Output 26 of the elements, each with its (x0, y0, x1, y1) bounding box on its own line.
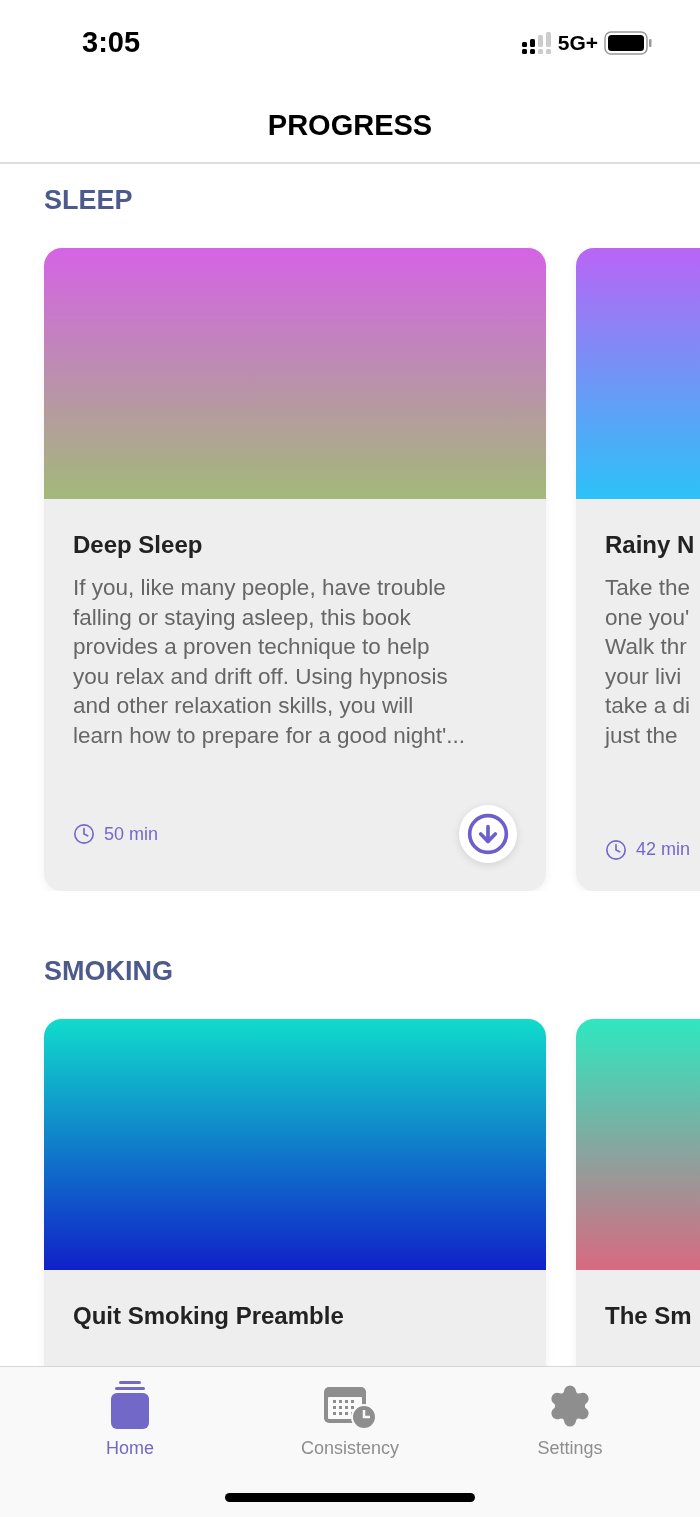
card-title: The Sm (605, 1301, 693, 1331)
card-title: Rainy N (605, 530, 696, 560)
clock-icon (605, 838, 627, 861)
duration: 50 min (104, 822, 159, 846)
card-description: Take the one you' Walk thr your livi take a di just the (605, 574, 692, 750)
signal-icon (521, 32, 552, 54)
calendar-clock-icon (324, 1385, 376, 1429)
tab[interactable]: Home (50, 1379, 210, 1462)
section-title: SLEEP (44, 184, 134, 217)
clock-icon (73, 823, 95, 845)
download-icon (466, 812, 510, 856)
card-title: Quit Smoking Preamble (73, 1301, 345, 1331)
card[interactable]: Rainy N Take the one you' Walk thr your livi take a di just the 42 min (576, 248, 700, 891)
card-title: Deep Sleep (73, 530, 204, 560)
download-button[interactable] (459, 805, 517, 863)
network-label: 5G+ (557, 30, 598, 57)
battery-icon (604, 31, 652, 55)
card[interactable] (44, 248, 546, 891)
card[interactable]: Quit Smoking Preamble (44, 1019, 546, 1366)
status-time: 3:05 (82, 25, 141, 61)
page-title: PROGRESS (267, 108, 433, 144)
stack-icon (111, 1381, 149, 1429)
card-description: If you, like many people, have trouble falling or staying asleep, this book provides a proven technique to help you relax and drift off. Using hypnosis and other relaxation skills, you will learn how to prepare for a good night'... (73, 574, 467, 750)
card[interactable]: The Sm (576, 1019, 700, 1366)
duration: 42 min (636, 838, 691, 861)
section-title: SMOKING (44, 955, 174, 988)
